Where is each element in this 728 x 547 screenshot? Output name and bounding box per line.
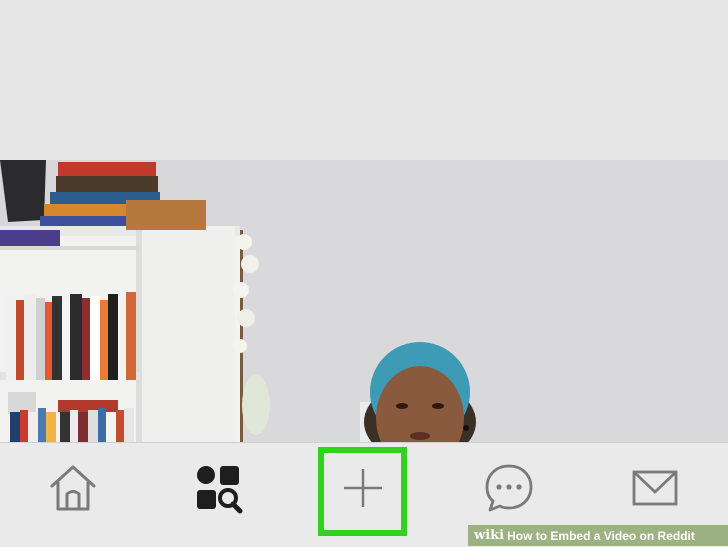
plus-icon bbox=[344, 469, 382, 507]
tab-discover[interactable] bbox=[174, 443, 264, 533]
video-frame-image bbox=[0, 160, 728, 442]
tab-home[interactable] bbox=[28, 443, 118, 533]
mail-icon bbox=[632, 470, 678, 506]
discover-icon bbox=[197, 466, 243, 514]
video-preview[interactable] bbox=[0, 160, 728, 442]
wiki-logo-text: wiki bbox=[474, 528, 505, 543]
watermark-title: How to Embed a Video on Reddit bbox=[507, 528, 695, 543]
tab-chat[interactable] bbox=[464, 443, 554, 533]
chat-icon bbox=[485, 464, 533, 512]
tab-create-post[interactable] bbox=[318, 443, 408, 533]
home-icon bbox=[50, 465, 96, 511]
blank-header-area bbox=[0, 0, 728, 160]
wikihow-watermark: wiki How to Embed a Video on Reddit bbox=[468, 525, 728, 546]
tab-inbox[interactable] bbox=[610, 443, 700, 533]
